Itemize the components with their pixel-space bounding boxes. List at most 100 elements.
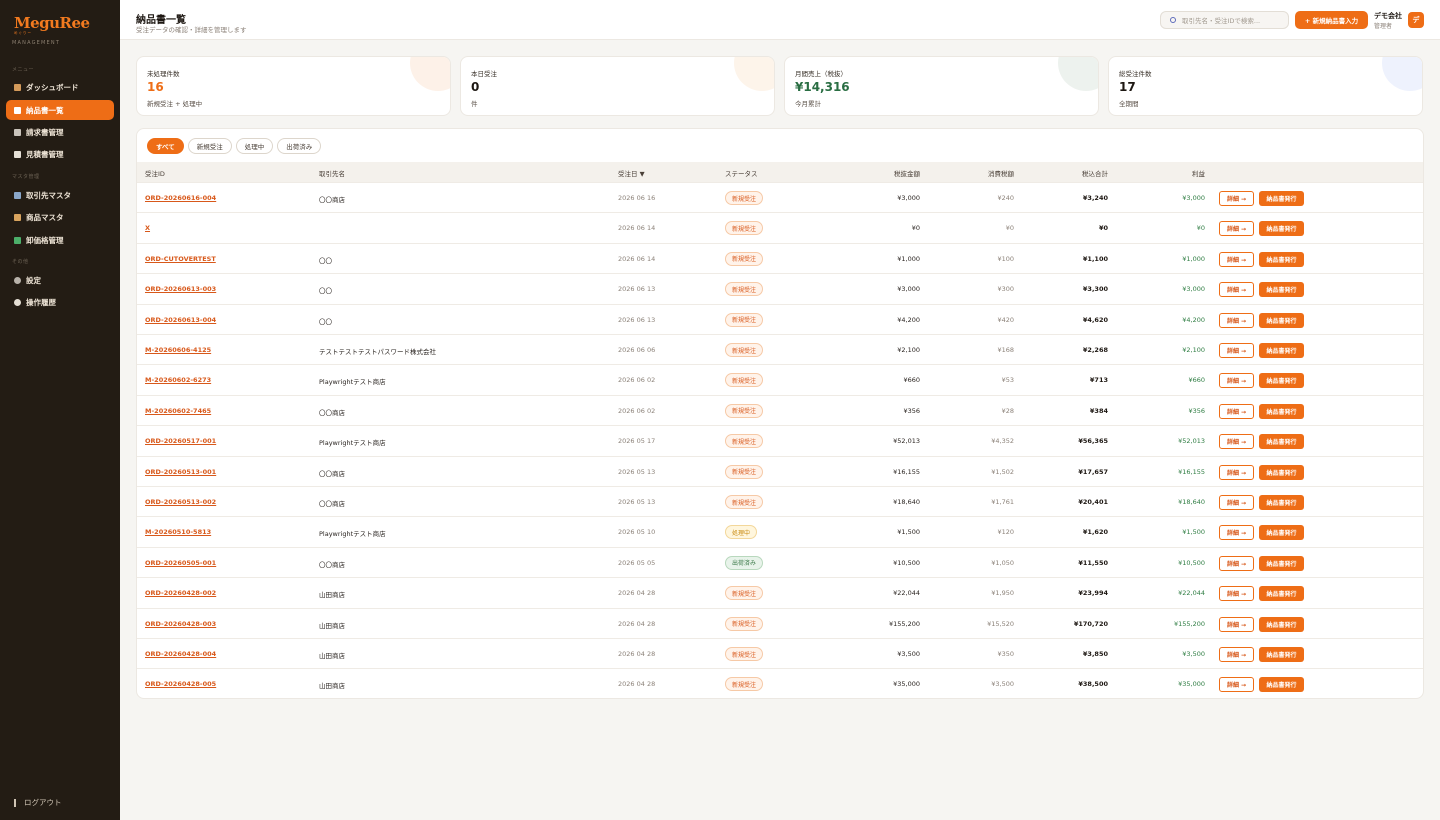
col-order-id[interactable]: 受注ID	[145, 168, 165, 178]
issue-delivery-note-button[interactable]: 納品書発行	[1259, 616, 1304, 632]
order-id-link[interactable]: M-20260510-5813	[145, 528, 211, 536]
issue-delivery-note-button[interactable]: 納品書発行	[1259, 677, 1304, 693]
client-name: 山田商店	[319, 591, 345, 600]
detail-button[interactable]: 詳細 →	[1219, 373, 1254, 389]
order-id-link[interactable]: ORD-20260428-002	[145, 589, 216, 597]
sidebar-item-dashboard[interactable]: ダッシュボード	[6, 77, 114, 97]
order-date: 2026 06 13	[618, 285, 656, 294]
table-row: X 2026 06 14 新規受注 ¥0 ¥0 ¥0 ¥0 詳細 → 納品書発行	[137, 212, 1423, 242]
filter-chip[interactable]: 出荷済み	[277, 138, 322, 154]
sidebar-item-delivery-notes[interactable]: 納品書一覧	[6, 100, 114, 120]
detail-button[interactable]: 詳細 →	[1219, 282, 1254, 298]
logout-button[interactable]: ログアウト	[14, 797, 62, 808]
order-id-link[interactable]: ORD-20260513-002	[145, 498, 216, 506]
issue-delivery-note-button[interactable]: 納品書発行	[1259, 464, 1304, 480]
status-badge: 新規受注	[725, 282, 764, 297]
col-tax[interactable]: 消費税額	[988, 168, 1014, 178]
order-id-link[interactable]: ORD-20260616-004	[145, 194, 216, 202]
sidebar-item-history[interactable]: 操作履歴	[6, 292, 114, 312]
total-amount: ¥20,401	[1078, 498, 1108, 506]
status-badge: 処理中	[725, 525, 758, 540]
sidebar-item-label: ダッシュボード	[26, 82, 79, 92]
order-date: 2026 06 13	[618, 315, 656, 324]
order-id-link[interactable]: X	[145, 224, 150, 232]
detail-button[interactable]: 詳細 →	[1219, 525, 1254, 541]
table-row: ORD-CUTOVERTEST 〇〇 2026 06 14 新規受注 ¥1,000 ¥10…	[137, 242, 1423, 273]
detail-button[interactable]: 詳細 →	[1219, 464, 1254, 480]
app-logo[interactable]: MeguRee めぐりー	[14, 14, 90, 36]
stat-label: 月間売上（税抜）	[795, 70, 847, 78]
order-id-link[interactable]: ORD-20260613-003	[145, 285, 216, 293]
new-delivery-note-button[interactable]: + 新規納品書入力	[1295, 11, 1368, 29]
total-amount: ¥1,100	[1082, 254, 1108, 263]
detail-button[interactable]: 詳細 →	[1219, 221, 1254, 237]
stat-caption: 全期間	[1119, 100, 1139, 108]
sidebar-item-invoices[interactable]: 請求書管理	[6, 122, 114, 142]
detail-button[interactable]: 詳細 →	[1219, 403, 1254, 419]
issue-delivery-note-button[interactable]: 納品書発行	[1259, 191, 1304, 206]
issue-delivery-note-button[interactable]: 納品書発行	[1259, 251, 1304, 267]
total-amount: ¥713	[1089, 376, 1108, 385]
col-order-date[interactable]: 受注日 ▼	[618, 168, 645, 178]
detail-button[interactable]: 詳細 →	[1219, 677, 1254, 693]
issue-delivery-note-button[interactable]: 納品書発行	[1259, 555, 1304, 571]
status-badge: 新規受注	[725, 191, 764, 205]
issue-delivery-note-button[interactable]: 納品書発行	[1259, 495, 1304, 510]
issue-delivery-note-button[interactable]: 納品書発行	[1259, 282, 1304, 298]
issue-delivery-note-button[interactable]: 納品書発行	[1259, 312, 1304, 328]
order-id-link[interactable]: ORD-20260613-004	[145, 316, 216, 324]
filter-chip[interactable]: 新規受注	[187, 138, 232, 154]
col-client[interactable]: 取引先名	[319, 168, 345, 178]
order-id-link[interactable]: ORD-20260428-004	[145, 650, 216, 658]
clock-icon	[14, 298, 21, 306]
subtotal-amount: ¥3,500	[897, 650, 920, 658]
order-id-link[interactable]: ORD-CUTOVERTEST	[145, 255, 216, 263]
order-id-link[interactable]: ORD-20260428-003	[145, 620, 216, 628]
sidebar-item-quotes[interactable]: 見積書管理	[6, 144, 114, 164]
order-id-link[interactable]: ORD-20260428-005	[145, 680, 216, 688]
sidebar-item-settings[interactable]: 設定	[6, 270, 114, 290]
col-subtotal[interactable]: 税抜金額	[894, 168, 920, 178]
detail-button[interactable]: 詳細 →	[1219, 616, 1254, 632]
sidebar-item-products[interactable]: 商品マスタ	[6, 207, 114, 227]
order-date: 2026 04 28	[618, 619, 656, 628]
total-amount: ¥56,365	[1078, 437, 1108, 446]
detail-button[interactable]: 詳細 →	[1219, 191, 1254, 206]
issue-delivery-note-button[interactable]: 納品書発行	[1259, 221, 1304, 237]
subtotal-amount: ¥356	[903, 406, 920, 415]
order-date: 2026 06 14	[618, 254, 656, 263]
detail-button[interactable]: 詳細 →	[1219, 495, 1254, 510]
issue-delivery-note-button[interactable]: 納品書発行	[1259, 647, 1304, 662]
filter-chip[interactable]: 処理中	[235, 138, 274, 154]
order-id-link[interactable]: ORD-20260513-001	[145, 468, 216, 476]
issue-delivery-note-button[interactable]: 納品書発行	[1259, 525, 1304, 541]
issue-delivery-note-button[interactable]: 納品書発行	[1259, 343, 1304, 358]
filter-chip[interactable]: すべて	[147, 138, 184, 154]
order-id-link[interactable]: M-20260602-6273	[145, 376, 211, 384]
order-id-link[interactable]: ORD-20260517-001	[145, 437, 216, 445]
issue-delivery-note-button[interactable]: 納品書発行	[1259, 586, 1304, 602]
sidebar-item-wholesale-prices[interactable]: 卸価格管理	[6, 230, 114, 250]
order-id-link[interactable]: M-20260606-4125	[145, 346, 211, 354]
order-id-link[interactable]: ORD-20260505-001	[145, 559, 216, 567]
col-status[interactable]: ステータス	[725, 168, 758, 178]
detail-button[interactable]: 詳細 →	[1219, 312, 1254, 328]
col-total[interactable]: 税込合計	[1082, 168, 1108, 178]
col-profit[interactable]: 利益	[1192, 168, 1205, 178]
logout-icon	[14, 798, 16, 807]
search-input[interactable]: 取引先名・受注IDで検索...	[1160, 11, 1289, 29]
detail-button[interactable]: 詳細 →	[1219, 586, 1254, 602]
order-id-link[interactable]: M-20260602-7465	[145, 407, 211, 415]
detail-button[interactable]: 詳細 →	[1219, 251, 1254, 267]
issue-delivery-note-button[interactable]: 納品書発行	[1259, 403, 1304, 419]
subtotal-amount: ¥1,000	[897, 254, 920, 263]
detail-button[interactable]: 詳細 →	[1219, 555, 1254, 571]
table-row: M-20260602-6273 Playwrightテスト商店 2026 06 02…	[137, 364, 1423, 394]
detail-button[interactable]: 詳細 →	[1219, 647, 1254, 662]
avatar[interactable]: デ	[1408, 12, 1424, 28]
detail-button[interactable]: 詳細 →	[1219, 343, 1254, 358]
issue-delivery-note-button[interactable]: 納品書発行	[1259, 434, 1304, 450]
issue-delivery-note-button[interactable]: 納品書発行	[1259, 373, 1304, 389]
sidebar-item-clients[interactable]: 取引先マスタ	[6, 185, 114, 205]
detail-button[interactable]: 詳細 →	[1219, 434, 1254, 450]
